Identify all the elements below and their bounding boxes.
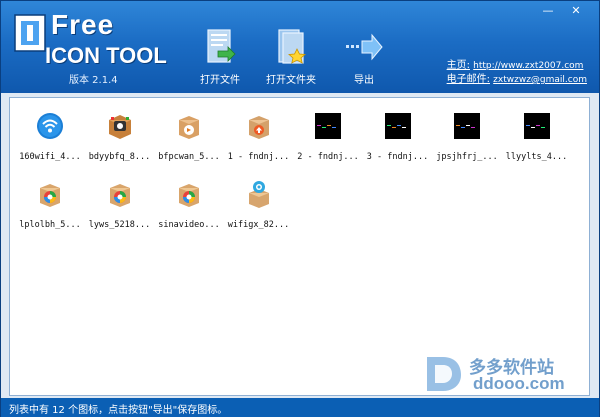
icon-item-name: bdyybfq_8...	[88, 152, 151, 162]
icon-item[interactable]: 160wifi_4...	[16, 106, 84, 166]
logo-emblem-icon	[13, 11, 47, 55]
video-player-box-icon	[86, 106, 154, 146]
open-folder-button[interactable]: 打开文件夹	[256, 25, 326, 87]
open-folder-icon	[256, 25, 326, 69]
icon-item-name: wifigx_82...	[227, 220, 290, 230]
status-bar: 列表中有 12 个图标，点击按钮"导出"保存图标。	[1, 398, 599, 417]
black-thumbnail-icon	[294, 106, 362, 146]
icon-item-name: 1 - fndnj...	[227, 152, 290, 162]
icon-item-name: 2 - fndnj...	[297, 152, 359, 162]
watermark-url: ddooo.com	[473, 374, 565, 393]
open-file-label: 打开文件	[200, 75, 240, 86]
icon-item-name: sinavideo...	[158, 220, 220, 230]
icon-item[interactable]: 2 - fndnj...	[294, 106, 362, 166]
logo-name-text: ICON TOOL	[45, 43, 167, 68]
box-upload-icon	[225, 106, 293, 146]
icon-item[interactable]: llyylts_4...	[503, 106, 571, 166]
window-controls: — ✕	[537, 3, 591, 19]
wifi-box-icon	[225, 174, 293, 214]
export-button[interactable]: 导出	[329, 25, 399, 87]
icon-item[interactable]: wifigx_82...	[225, 174, 293, 234]
minimize-button[interactable]: —	[537, 3, 559, 19]
version-label: 版本 2.1.4	[69, 75, 118, 86]
open-folder-label: 打开文件夹	[266, 75, 316, 86]
icon-item[interactable]: jpsjhfrj_...	[433, 106, 501, 166]
black-thumbnail-icon	[503, 106, 571, 146]
icon-item-name: jpsjhfrj_...	[436, 152, 498, 162]
icon-item-name: 160wifi_4...	[19, 152, 81, 162]
app-window: Free ICON TOOL 版本 2.1.4 打开文件 打开文件夹 导出 — …	[0, 0, 600, 417]
icon-item[interactable]: bdyybfq_8...	[86, 106, 154, 166]
open-file-icon	[185, 25, 255, 69]
contact-links: 主页: http://www.zxt2007.com 电子邮件: zxtwzwz…	[447, 59, 587, 87]
icon-item-name: llyylts_4...	[505, 152, 568, 162]
logo-free-text: Free	[51, 9, 115, 40]
icon-item-name: 3 - fndnj...	[366, 152, 429, 162]
status-text: 列表中有 12 个图标，点击按钮"导出"保存图标。	[9, 405, 228, 416]
homepage-link[interactable]: http://www.zxt2007.com	[473, 61, 583, 71]
watermark-logo-icon	[421, 351, 465, 395]
colorful-box-icon	[16, 174, 84, 214]
black-thumbnail-icon	[433, 106, 501, 146]
colorful-box-icon	[86, 174, 154, 214]
colorful-box-icon	[155, 174, 223, 214]
icon-item[interactable]: lyws_5218...	[86, 174, 154, 234]
close-button[interactable]: ✕	[561, 3, 591, 19]
email-label: 电子邮件:	[446, 74, 490, 85]
homepage-label: 主页:	[446, 60, 470, 71]
open-file-button[interactable]: 打开文件	[185, 25, 255, 87]
icon-item[interactable]: sinavideo...	[155, 174, 223, 234]
box-package-icon	[155, 106, 223, 146]
icon-item[interactable]: 1 - fndnj...	[225, 106, 293, 166]
watermark: 多多软件站 ddooo.com	[421, 351, 596, 397]
wifi-icon	[16, 106, 84, 146]
email-link[interactable]: zxtwzwz@gmail.com	[493, 75, 587, 85]
black-thumbnail-icon	[364, 106, 432, 146]
icon-item-name: lyws_5218...	[88, 220, 151, 230]
export-arrow-icon	[329, 25, 399, 69]
app-logo: Free ICON TOOL 版本 2.1.4	[9, 7, 199, 87]
header-bar: Free ICON TOOL 版本 2.1.4 打开文件 打开文件夹 导出 — …	[1, 1, 599, 93]
icon-item[interactable]: bfpcwan_5...	[155, 106, 223, 166]
icon-item[interactable]: lplolbh_5...	[16, 174, 84, 234]
icon-item-name: bfpcwan_5...	[158, 152, 220, 162]
icon-item[interactable]: 3 - fndnj...	[364, 106, 432, 166]
export-label: 导出	[354, 75, 374, 86]
icon-item-name: lplolbh_5...	[19, 220, 81, 230]
